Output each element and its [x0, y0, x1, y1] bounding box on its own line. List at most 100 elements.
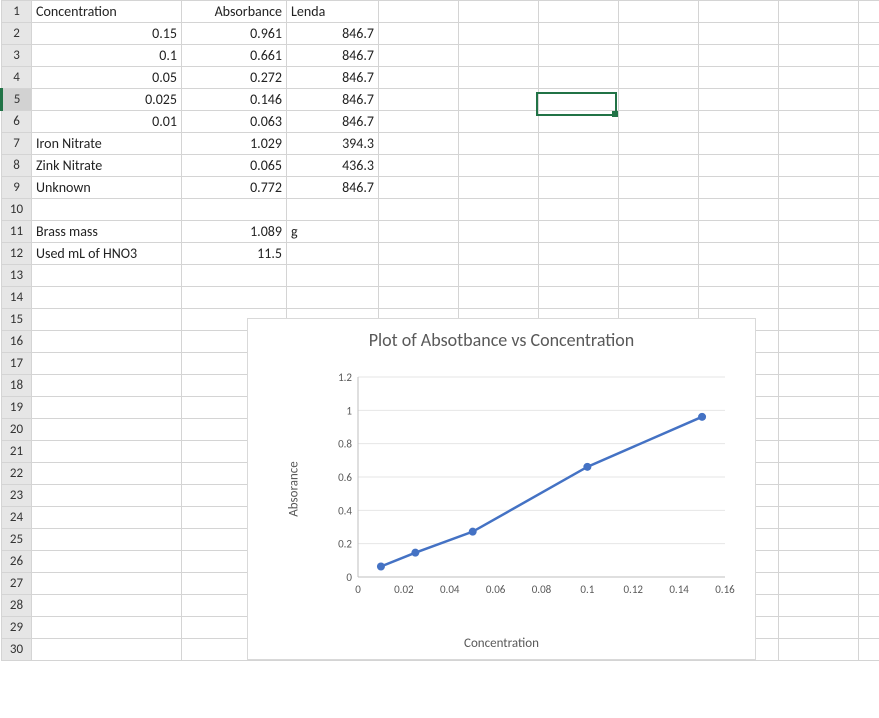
row-header[interactable]: 18	[2, 375, 32, 397]
cell-A7[interactable]: Iron Nitrate	[32, 133, 182, 155]
cell[interactable]	[779, 397, 859, 419]
row-header[interactable]: 11	[2, 221, 32, 243]
cell-A26[interactable]	[32, 551, 182, 573]
cell[interactable]	[859, 287, 879, 309]
cell[interactable]	[619, 133, 699, 155]
cell[interactable]	[859, 221, 879, 243]
cell[interactable]	[779, 551, 859, 573]
cell[interactable]	[379, 67, 459, 89]
cell-A9[interactable]: Unknown	[32, 177, 182, 199]
cell[interactable]	[779, 617, 859, 639]
cell[interactable]	[859, 353, 879, 375]
cell-B6[interactable]: 0.063	[182, 111, 287, 133]
cell-C6[interactable]: 846.7	[287, 111, 379, 133]
cell[interactable]	[859, 397, 879, 419]
cell[interactable]	[539, 1, 619, 23]
cell-A12[interactable]: Used mL of HNO3	[32, 243, 182, 265]
cell[interactable]	[779, 595, 859, 617]
cell-B4[interactable]: 0.272	[182, 67, 287, 89]
cell[interactable]	[379, 177, 459, 199]
cell[interactable]	[859, 485, 879, 507]
cell-C11[interactable]: g	[287, 221, 379, 243]
cell[interactable]	[779, 375, 859, 397]
cell-C12[interactable]	[287, 243, 379, 265]
cell-B8[interactable]: 0.065	[182, 155, 287, 177]
cell[interactable]	[779, 573, 859, 595]
cell[interactable]	[779, 155, 859, 177]
cell[interactable]	[539, 89, 619, 111]
cell[interactable]	[459, 287, 539, 309]
row-header[interactable]: 10	[2, 199, 32, 221]
cell[interactable]	[539, 155, 619, 177]
cell[interactable]	[859, 177, 879, 199]
row-header[interactable]: 25	[2, 529, 32, 551]
cell-C7[interactable]: 394.3	[287, 133, 379, 155]
cell[interactable]	[539, 221, 619, 243]
cell[interactable]	[859, 419, 879, 441]
row-header[interactable]: 21	[2, 441, 32, 463]
cell[interactable]	[859, 639, 879, 661]
cell-C5[interactable]: 846.7	[287, 89, 379, 111]
row-header[interactable]: 19	[2, 397, 32, 419]
cell[interactable]	[699, 199, 779, 221]
cell[interactable]	[699, 177, 779, 199]
cell[interactable]	[619, 221, 699, 243]
cell[interactable]	[859, 309, 879, 331]
cell-A21[interactable]	[32, 441, 182, 463]
cell[interactable]	[779, 221, 859, 243]
cell-C8[interactable]: 436.3	[287, 155, 379, 177]
cell-A30[interactable]	[32, 639, 182, 661]
cell-A8[interactable]: Zink Nitrate	[32, 155, 182, 177]
cell[interactable]	[459, 45, 539, 67]
cell[interactable]	[859, 551, 879, 573]
cell[interactable]	[379, 89, 459, 111]
row-header[interactable]: 13	[2, 265, 32, 287]
cell-A25[interactable]	[32, 529, 182, 551]
cell[interactable]	[779, 331, 859, 353]
cell[interactable]	[459, 89, 539, 111]
cell-A16[interactable]	[32, 331, 182, 353]
cell-A11[interactable]: Brass mass	[32, 221, 182, 243]
cell[interactable]	[459, 23, 539, 45]
cell[interactable]	[779, 529, 859, 551]
row-header[interactable]: 17	[2, 353, 32, 375]
row-header[interactable]: 2	[2, 23, 32, 45]
cell[interactable]	[379, 45, 459, 67]
cell[interactable]	[779, 45, 859, 67]
cell-A4[interactable]: 0.05	[32, 67, 182, 89]
cell[interactable]	[699, 1, 779, 23]
cell-A24[interactable]	[32, 507, 182, 529]
row-header[interactable]: 3	[2, 45, 32, 67]
cell[interactable]	[859, 265, 879, 287]
cell-C1[interactable]: Lenda	[287, 1, 379, 23]
cell-C3[interactable]: 846.7	[287, 45, 379, 67]
cell[interactable]	[779, 485, 859, 507]
row-header[interactable]: 4	[2, 67, 32, 89]
row-header[interactable]: 6	[2, 111, 32, 133]
cell-A1[interactable]: Concentration	[32, 1, 182, 23]
cell[interactable]	[459, 1, 539, 23]
cell-A14[interactable]	[32, 287, 182, 309]
cell[interactable]	[859, 441, 879, 463]
cell[interactable]	[779, 639, 859, 661]
cell-B14[interactable]	[182, 287, 287, 309]
cell[interactable]	[699, 133, 779, 155]
cell-B2[interactable]: 0.961	[182, 23, 287, 45]
row-header[interactable]: 30	[2, 639, 32, 661]
cell[interactable]	[379, 111, 459, 133]
row-header[interactable]: 24	[2, 507, 32, 529]
cell[interactable]	[699, 221, 779, 243]
cell[interactable]	[459, 111, 539, 133]
cell-A6[interactable]: 0.01	[32, 111, 182, 133]
cell[interactable]	[779, 1, 859, 23]
cell[interactable]	[379, 1, 459, 23]
cell[interactable]	[699, 287, 779, 309]
cell[interactable]	[459, 133, 539, 155]
cell[interactable]	[619, 111, 699, 133]
cell[interactable]	[859, 133, 879, 155]
cell[interactable]	[779, 199, 859, 221]
cell-A5[interactable]: 0.025	[32, 89, 182, 111]
cell[interactable]	[779, 353, 859, 375]
cell[interactable]	[619, 89, 699, 111]
cell[interactable]	[859, 111, 879, 133]
